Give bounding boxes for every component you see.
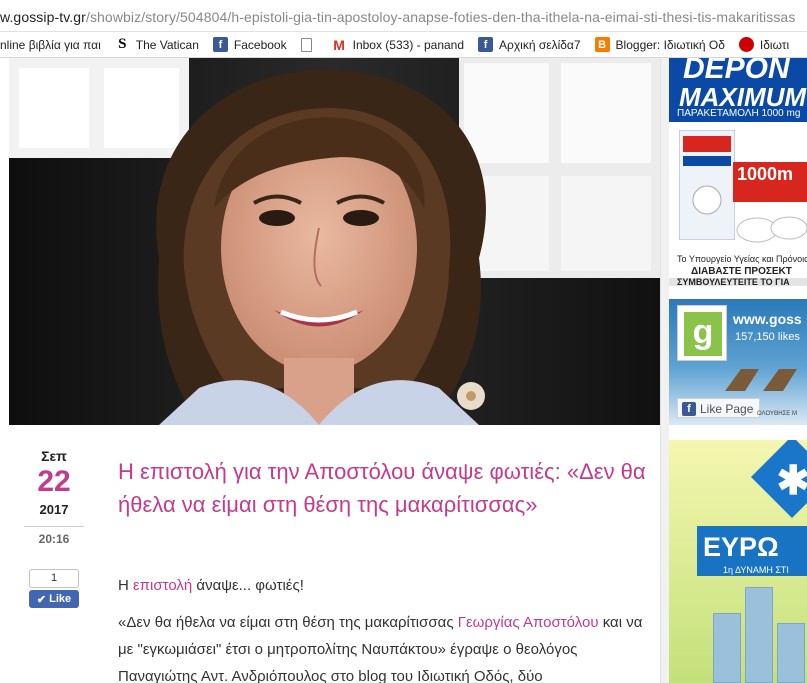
bookmark-label: The Vatican bbox=[135, 37, 199, 52]
gossip-logo: g bbox=[677, 305, 727, 361]
like-label: Like bbox=[49, 593, 72, 605]
portrait-photo bbox=[9, 58, 660, 425]
facebook-page-widget[interactable]: g www.goss 157,150 likes f Like Page ΟΛΟ… bbox=[669, 299, 807, 425]
depon-fine-print: Το Υπουργείο Υγείας και Πρόνοιας κα bbox=[677, 254, 807, 264]
facebook-icon: f bbox=[212, 37, 228, 52]
post-date-month: Σεπ bbox=[41, 448, 67, 464]
blogger-icon: B bbox=[594, 37, 610, 52]
bookmark-item-facebook[interactable]: f Facebook bbox=[212, 37, 287, 52]
bookmark-label: Facebook bbox=[233, 37, 287, 52]
post-time: 20:16 bbox=[38, 532, 70, 546]
article-body: Η επιστολή άναψε... φωτιές! «Δεν θα ήθελ… bbox=[118, 572, 658, 683]
bookmark-item-inbox[interactable]: M Inbox (533) - panand bbox=[332, 36, 465, 53]
facebook-icon: f bbox=[682, 402, 696, 416]
letter-link[interactable]: επιστολή bbox=[133, 577, 192, 594]
address-bar[interactable]: w.gossip-tv.gr/showbiz/story/504804/h-ep… bbox=[0, 0, 807, 32]
paragraph-text: «Δεν θα ήθελα να είμαι στη θέση της μακα… bbox=[118, 614, 458, 631]
red-circle-icon bbox=[738, 37, 754, 52]
medicine-box-icon bbox=[679, 130, 735, 240]
facebook-like-widget: 1 ✔ Like bbox=[29, 569, 79, 608]
tablets-icon bbox=[736, 216, 807, 243]
bookmark-label: Blogger: Ιδιωτική Οδ bbox=[615, 37, 725, 52]
beach-chairs-icon bbox=[725, 369, 797, 391]
bookmark-item-vatican[interactable]: S The Vatican bbox=[115, 36, 199, 52]
article-title: Η επιστολή για την Αποστόλου άναψε φωτιέ… bbox=[118, 459, 646, 517]
building-icon bbox=[745, 587, 773, 683]
post-date-year: 2017 bbox=[39, 502, 69, 517]
widget-site-name[interactable]: www.goss bbox=[733, 311, 802, 327]
bookmark-label: Αρχική σελίδα7 bbox=[499, 37, 581, 52]
bookmark-label: nline βιβλία για παι bbox=[0, 37, 101, 52]
post-date: Σεπ 22 2017 20:16 bbox=[24, 448, 84, 546]
euro-slogan: 1η ΔΥΝΑΜΗ ΣΤΙ bbox=[723, 565, 789, 575]
article-paragraph: Η επιστολή άναψε... φωτιές! bbox=[118, 572, 658, 599]
building-icon bbox=[777, 623, 805, 683]
pharmacy-cross-icon: ✱ bbox=[750, 440, 807, 519]
euro-ad[interactable]: ✱ ΕΥΡΩ 1η ΔΥΝΑΜΗ ΣΤΙ bbox=[669, 440, 807, 683]
bookmark-item-document[interactable] bbox=[300, 37, 318, 52]
date-divider bbox=[24, 526, 84, 527]
page-scrollbar[interactable] bbox=[660, 58, 669, 683]
building-icon bbox=[713, 613, 741, 683]
post-date-day: 22 bbox=[37, 465, 71, 498]
euro-brand: ΕΥΡΩ bbox=[703, 532, 779, 562]
s-icon: S bbox=[118, 36, 127, 52]
bookmark-item-private-road[interactable]: Ιδιωτι bbox=[738, 37, 790, 52]
like-button[interactable]: ✔ Like bbox=[29, 590, 79, 608]
gmail-icon: M bbox=[333, 36, 345, 53]
bookmark-label: Ιδιωτι bbox=[759, 37, 790, 52]
depon-subtitle: ΠΑΡΑΚΕΤΑΜΟΛΗ 1000 mg bbox=[677, 108, 801, 119]
document-icon bbox=[300, 37, 312, 52]
bookmark-label: Inbox (533) - panand bbox=[352, 37, 465, 52]
depon-ad[interactable]: DEPON MAXIMUM ΠΑΡΑΚΕΤΑΜΟΛΗ 1000 mg 1000m… bbox=[669, 58, 807, 286]
article-hero-image bbox=[9, 58, 660, 425]
article-paragraph: «Δεν θα ήθελα να είμαι στη θέση της μακα… bbox=[118, 609, 658, 683]
g-logo-icon: g bbox=[684, 312, 722, 356]
paragraph-text: Η bbox=[118, 577, 133, 594]
depon-dose-badge: 1000m bbox=[733, 162, 807, 202]
url-text[interactable]: w.gossip-tv.gr/showbiz/story/504804/h-ep… bbox=[0, 9, 795, 25]
facebook-icon: f bbox=[478, 37, 494, 52]
bookmark-item-home-page[interactable]: f Αρχική σελίδα7 bbox=[478, 37, 581, 52]
depon-warning-consult: ΣΥΜΒΟΥΛΕΥΤΕΙΤΕ ΤΟ ΓΙΑ bbox=[669, 278, 807, 286]
widget-caption: ΟΛΟΥΘΗΣΕ Μ bbox=[757, 411, 797, 417]
checkmark-icon: ✔ bbox=[36, 593, 47, 606]
like-count: 1 bbox=[29, 569, 79, 588]
georgia-apostolou-link[interactable]: Γεωργίας Αποστόλου bbox=[458, 614, 599, 631]
bookmarks-bar: nline βιβλία για παι S The Vatican f Fac… bbox=[0, 32, 807, 58]
widget-like-count: 157,150 likes bbox=[735, 331, 800, 343]
like-page-button[interactable]: f Like Page bbox=[677, 398, 761, 418]
bookmark-item-online-books[interactable]: nline βιβλία για παι bbox=[0, 38, 101, 52]
bookmark-item-blogger[interactable]: B Blogger: Ιδιωτική Οδ bbox=[594, 37, 725, 52]
like-page-label: Like Page bbox=[700, 402, 754, 416]
paragraph-text: άναψε... φωτιές! bbox=[192, 577, 304, 594]
